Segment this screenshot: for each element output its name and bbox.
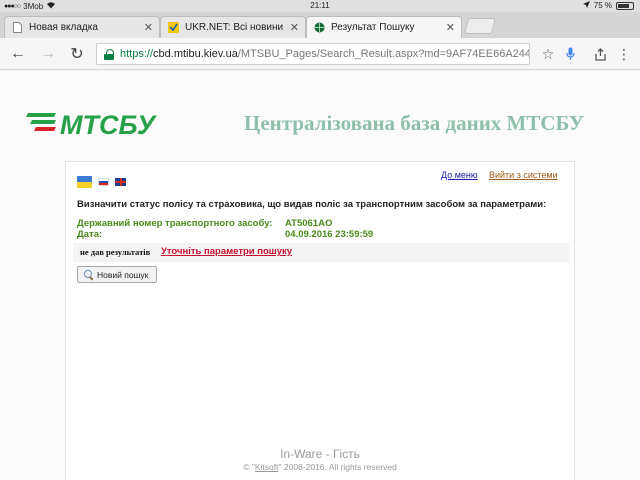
param-label: Дата: [77, 229, 103, 240]
new-search-label: Новий пошук [97, 269, 149, 280]
footer-user: In-Ware - Гість [280, 447, 360, 461]
param-label: Державний номер транспортного засобу: [77, 218, 273, 229]
tab-bar: Новая вкладка ✕ UKR.NET: Всі новини Укра… [0, 12, 640, 38]
url-scheme: https:// [120, 48, 154, 60]
lock-icon [104, 48, 114, 60]
tab-search-result[interactable]: Результат Пошуку ✕ [306, 16, 462, 38]
tab-new-tab[interactable]: Новая вкладка ✕ [4, 16, 160, 38]
battery-percent: 75 % [593, 1, 612, 10]
star-icon[interactable]: ☆ [538, 44, 558, 64]
copyright-suffix: " 2008-2016. All rights reserved [278, 462, 397, 472]
clock: 21:11 [310, 1, 330, 10]
browser-toolbar: ← → ↻ https:// cbd.mtibu.kiev.ua /MTSBU_… [0, 38, 640, 70]
forward-arrow-icon[interactable]: → [38, 44, 58, 64]
status-right: 75 % [582, 1, 634, 10]
search-question: Визначити статус полісу та страховика, щ… [77, 199, 547, 210]
result-status: не дав результатів [80, 247, 151, 257]
close-icon[interactable]: ✕ [290, 21, 299, 34]
russia-flag-icon[interactable] [98, 178, 109, 186]
battery-icon [616, 1, 634, 10]
back-arrow-icon[interactable]: ← [8, 44, 28, 64]
tab-label: Результат Пошуку [331, 22, 415, 33]
address-bar[interactable]: https:// cbd.mtibu.kiev.ua /MTSBU_Pages/… [96, 43, 530, 65]
param-date: Дата: 04.09.2016 23:59:59 [77, 229, 373, 240]
url-host: cbd.mtibu.kiev.ua [153, 48, 238, 60]
uk-flag-icon[interactable] [115, 178, 126, 186]
ukrnet-icon [167, 22, 179, 34]
location-icon [582, 1, 590, 10]
page-icon [11, 22, 23, 34]
param-value: 04.09.2016 23:59:59 [285, 229, 374, 240]
reload-icon[interactable]: ↻ [67, 44, 87, 64]
logo-text: МТСБУ [60, 110, 157, 137]
param-plate-number: Державний номер транспортного засобу: AT… [77, 218, 332, 229]
result-row: не дав результатів Уточніть параметри по… [73, 243, 569, 262]
status-bar: ●●●○○ 3Mob 21:11 75 % [0, 0, 640, 12]
home-menu-link[interactable]: До меню [441, 170, 478, 180]
microphone-icon[interactable] [560, 44, 580, 64]
tab-label: Новая вкладка [29, 22, 98, 33]
share-icon[interactable] [590, 44, 610, 64]
page-title: Централізована база даних МТСБУ [244, 111, 585, 135]
tab-ukrnet[interactable]: UKR.NET: Всі новини України ✕ [160, 16, 306, 38]
param-value: AT5061AO [285, 218, 333, 229]
footer-copyright: © "Kitsoft" 2008-2016. All rights reserv… [0, 462, 640, 472]
page-content: МТСБУ Централізована база даних МТСБУ До… [0, 71, 640, 480]
mtsbu-logo: МТСБУ [26, 109, 176, 142]
globe-icon [313, 22, 325, 34]
refine-search-link[interactable]: Уточніть параметри пошуку [161, 246, 292, 257]
kitsoft-link[interactable]: Kitsoft [255, 462, 279, 472]
close-icon[interactable]: ✕ [144, 21, 153, 34]
ukraine-flag-icon[interactable] [77, 176, 92, 188]
language-switcher [77, 176, 126, 188]
url-path: /MTSBU_Pages/Search_Result.aspx?md=9AF74… [237, 48, 530, 60]
new-search-button[interactable]: Новий пошук [77, 266, 157, 283]
main-panel: До меню Вийти з системи Визначити статус… [65, 161, 575, 480]
search-icon [84, 270, 93, 279]
copyright-prefix: © " [243, 462, 255, 472]
close-icon[interactable]: ✕ [446, 21, 455, 34]
logout-link[interactable]: Вийти з системи [489, 170, 558, 180]
new-tab-button[interactable] [463, 18, 497, 34]
tab-label: UKR.NET: Всі новини України [185, 22, 286, 33]
more-menu-icon[interactable]: ⋮ [614, 44, 634, 64]
